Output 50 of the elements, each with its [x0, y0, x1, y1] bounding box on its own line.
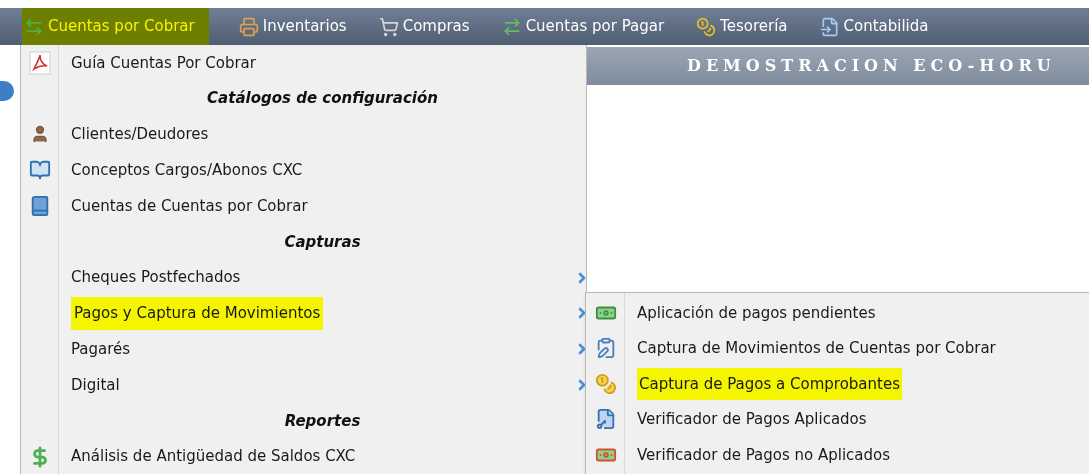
header-title: DEMOSTRACION ECO-HORU — [687, 55, 1056, 77]
menu-item-label: Cheques Postfechados — [71, 267, 241, 289]
menu-item[interactable]: Cuentas de Cuentas por Cobrar — [21, 188, 586, 224]
badge-icon — [0, 81, 14, 101]
menu-item[interactable]: Cheques Postfechados — [21, 259, 586, 296]
submenu-item[interactable]: Captura de Movimientos de Cuentas por Cobrar — [586, 330, 1089, 366]
menu-item[interactable]: Clientes/Deudores — [21, 116, 586, 153]
menu-item-label: Clientes/Deudores — [71, 124, 209, 146]
section-heading: Catálogos de configuración — [207, 88, 438, 110]
menu-bar-item[interactable]: Cuentas por Pagar — [499, 8, 667, 45]
submenu-item-label: Captura de Movimientos de Cuentas por Cobrar — [637, 338, 996, 359]
menu-bar-item[interactable]: Contabilida — [817, 8, 931, 45]
menu-item-label: Análisis de Antigüedad de Saldos CXC — [71, 446, 356, 468]
menu-item-label: Conceptos Cargos/Abonos CXC — [71, 160, 303, 182]
submenu-item[interactable]: Verificador de Pagos no Aplicados — [586, 437, 1089, 473]
person-icon — [30, 124, 50, 145]
menu-item[interactable]: Pagarés — [21, 331, 586, 368]
menu-bar-item[interactable]: Tesorería — [694, 8, 790, 45]
cart-icon — [378, 16, 399, 37]
menu-item-label: Guía Cuentas Por Cobrar — [71, 52, 256, 74]
document-key-icon — [594, 408, 617, 431]
menu-bar-item[interactable]: Cuentas por Cobrar — [22, 8, 209, 45]
open-book-icon — [29, 159, 51, 182]
menu-item[interactable]: Guía Cuentas Por Cobrar — [21, 45, 586, 81]
coins-icon — [594, 372, 617, 395]
submenu-item-label: Captura de Pagos a Comprobantes — [637, 367, 902, 400]
submenu-item[interactable]: Captura de Pagos a Comprobantes — [586, 366, 1089, 402]
menu-item-label: Pagarés — [71, 339, 131, 360]
submenu-item-label: Aplicación de pagos pendientes — [637, 302, 876, 324]
submenu-item[interactable]: Verificador de Pagos Aplicados — [586, 401, 1089, 437]
coins-icon — [696, 16, 717, 37]
menu-bar-item[interactable]: Compras — [376, 8, 472, 45]
menu-item-label: Digital — [71, 374, 120, 396]
menu-item-label: Cuentas de Cuentas por Cobrar — [71, 195, 308, 217]
pdf-icon — [29, 50, 51, 75]
arrows-icon — [24, 16, 44, 37]
menu-item[interactable]: Análisis de Antigüedad de Saldos CXC — [21, 438, 586, 474]
menu-item[interactable]: Digital — [21, 367, 586, 403]
menu-item[interactable]: Conceptos Cargos/Abonos CXC — [21, 152, 586, 189]
menu-item-label: Pagos y Captura de Movimientos — [71, 297, 324, 330]
book-icon — [29, 195, 51, 218]
section-heading: Capturas — [284, 231, 361, 253]
menu-item[interactable]: Pagos y Captura de Movimientos — [21, 295, 586, 332]
submenu-item-label: Verificador de Pagos Aplicados — [637, 409, 867, 430]
menu-bar-item[interactable]: Inventarios — [236, 8, 349, 45]
printer-icon — [238, 16, 259, 37]
section-heading: Reportes — [284, 410, 361, 432]
submenu-item[interactable]: Aplicación de pagos pendientes — [586, 295, 1089, 331]
submenu-item-label: Verificador de Pagos no Aplicados — [637, 444, 891, 466]
document-arrow-icon — [819, 16, 840, 37]
